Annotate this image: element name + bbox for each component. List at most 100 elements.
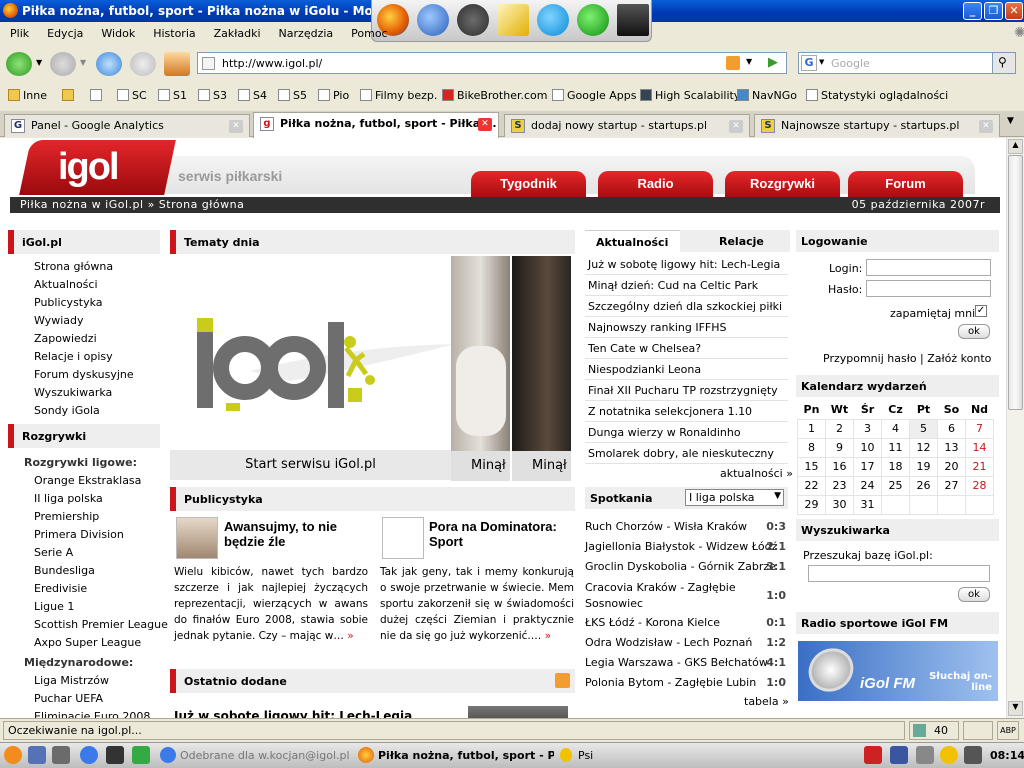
link-aktualnosci[interactable]: Aktualności [34,278,98,291]
bookmark-sc[interactable]: SC [117,89,147,102]
site-search-input[interactable] [808,565,990,582]
calendar-day[interactable]: 25 [881,475,910,496]
link-league[interactable]: Premiership [34,510,99,523]
league-select[interactable]: I liga polska ▼ [685,489,784,506]
menu-zakladki[interactable]: Zakładki [214,27,261,40]
link-forum[interactable]: Forum dyskusyjne [34,368,134,381]
link-league[interactable]: Axpo Super League [34,636,141,649]
thunderbird-icon[interactable] [80,746,98,764]
calendar-day[interactable]: 9 [825,437,854,458]
match-row[interactable]: Jagiellonia Białystok - Widzew Łódź 2:1 [585,540,788,553]
tab-list-dropdown-icon[interactable]: ▼ [1007,116,1014,126]
calendar-day[interactable]: 11 [881,437,910,458]
login-button[interactable]: ok [958,324,990,339]
more-link[interactable]: » [347,630,353,642]
rss-icon[interactable] [726,56,740,70]
calendar-day[interactable]: 1 [797,418,826,439]
menu-widok[interactable]: Widok [101,27,135,40]
search-field[interactable]: G ▼ Google [798,52,993,74]
back-dropdown-icon[interactable]: ▼ [36,58,42,67]
link-league[interactable]: Eredivisie [34,582,87,595]
breadcrumb[interactable]: Piłka nożna w iGol.pl » Strona główna [20,198,244,211]
calendar-day[interactable]: 22 [797,475,826,496]
match-row[interactable]: ŁKS Łódź - Korona Kielce 0:1 [585,616,788,629]
adblock-icon[interactable]: ABP [997,721,1019,740]
history-dropdown-icon[interactable]: ▼ [746,57,752,66]
stop-icon[interactable] [130,52,156,76]
calendar-day[interactable]: 26 [909,475,938,496]
home-icon[interactable] [164,52,190,76]
quicklaunch-icon[interactable] [28,746,46,764]
link-relacje[interactable]: Relacje i opisy [34,350,113,363]
bookmark-filmy[interactable]: Filmy bezp. [360,89,437,102]
article-title[interactable]: Pora na Dominatora: Sport [429,519,579,549]
menu-narzedzia[interactable]: Narzędzia [279,27,334,40]
rss-icon[interactable] [555,673,570,688]
bookmark-statystyki[interactable]: Statystyki oglądalności [806,89,948,102]
calendar-day[interactable]: 29 [797,494,826,515]
nav-tygodnik[interactable]: Tygodnik [471,171,586,197]
menu-pomoc[interactable]: Pomoc [351,27,387,40]
url-bar[interactable]: http://www.igol.pl/ ▼ ▶ [197,52,787,74]
news-item[interactable]: Finał XII Pucharu TP rozstrzygnięty [585,380,788,401]
minimize-button[interactable]: _ [963,2,982,20]
calendar-day[interactable]: 13 [937,437,966,458]
taskbar-item-mail[interactable]: Odebrane dla w.kocjan@igol.pl - Thu [158,745,350,767]
link-wyszukiwarka[interactable]: Wyszukiwarka [34,386,112,399]
news-item[interactable]: Ten Cate w Chelsea? [585,338,788,359]
maximize-button[interactable]: ❐ [984,2,1003,20]
tab-google-analytics[interactable]: G Panel - Google Analytics ✕ [4,114,250,137]
tab-aktualnosci[interactable]: Aktualności [585,230,680,252]
taskbar-item-psi[interactable]: Psi [558,745,618,767]
calendar-day[interactable]: 23 [825,475,854,496]
calendar-day[interactable]: 7 [965,418,994,439]
nav-forum[interactable]: Forum [848,171,963,197]
news-more-link[interactable]: aktualności » [720,467,793,480]
calendar-day[interactable]: 12 [909,437,938,458]
account-links[interactable]: Przypomnij hasło | Załóż konto [823,352,991,365]
news-item[interactable]: Smolarek dobry, ale nieskuteczny [585,443,788,464]
menu-edycja[interactable]: Edycja [47,27,83,40]
calendar-day[interactable]: 17 [853,456,882,477]
terminal-icon[interactable] [106,746,124,764]
tray-icon[interactable] [890,746,908,764]
calendar-day[interactable]: 24 [853,475,882,496]
tab-startups-add[interactable]: S dodaj nowy startup - startups.pl ✕ [504,114,750,137]
match-row[interactable]: Legia Warszawa - GKS Bełchatów 4:1 [585,656,788,669]
news-item[interactable]: Minął dzień: Cud na Celtic Park [585,275,788,296]
featured-caption[interactable]: Start serwisu iGol.pl [170,450,451,480]
search-icon[interactable]: ⚲ [992,52,1016,74]
link-competition[interactable]: Liga Mistrzów [34,674,109,687]
calendar-day[interactable]: 20 [937,456,966,477]
calendar-day[interactable]: 19 [909,456,938,477]
login-field[interactable] [866,259,991,276]
volume-icon[interactable] [916,746,934,764]
news-item[interactable]: Najnowszy ranking IFFHS [585,317,788,338]
taskbar-item-firefox[interactable]: Piłka nożna, futbol, sport - Piłka [356,745,554,767]
tab-relacje[interactable]: Relacje [680,230,790,252]
nav-rozgrywki[interactable]: Rozgrywki [725,171,840,197]
link-wywiady[interactable]: Wywiady [34,314,83,327]
calendar-day[interactable]: 15 [797,456,826,477]
author-avatar[interactable] [176,517,218,559]
table-link[interactable]: tabela » [744,695,789,708]
radio-banner[interactable]: iGol FM Słuchaj on-line [798,641,998,701]
story-thumb-2[interactable]: Minął [512,256,571,481]
close-tab-icon[interactable]: ✕ [229,120,243,133]
forward-dropdown-icon[interactable]: ▼ [80,58,86,67]
match-row[interactable]: Odra Wodzisław - Lech Poznań 1:2 [585,636,788,649]
news-item[interactable]: Dunga wierzy w Ronaldinho [585,422,788,443]
match-row[interactable]: Groclin Dyskobolia - Górnik Zabrze 3:1 [585,560,788,573]
calendar-day[interactable]: 30 [825,494,854,515]
featured-story[interactable] [168,256,571,481]
status-tools-icon[interactable] [963,721,993,740]
bookmark-s4[interactable]: S4 [238,89,267,102]
scroll-up-icon[interactable]: ▲ [1008,139,1023,154]
tab-igol[interactable]: g Piłka nożna, futbol, sport - Piłka ...… [253,112,499,138]
close-button[interactable]: ✕ [1005,2,1023,20]
tray-icon[interactable] [864,746,882,764]
bookmark-pio[interactable]: Pio [318,89,349,102]
scroll-down-icon[interactable]: ▼ [1008,701,1023,716]
bookmark-blank[interactable] [90,89,105,102]
go-icon[interactable]: ▶ [768,55,778,70]
